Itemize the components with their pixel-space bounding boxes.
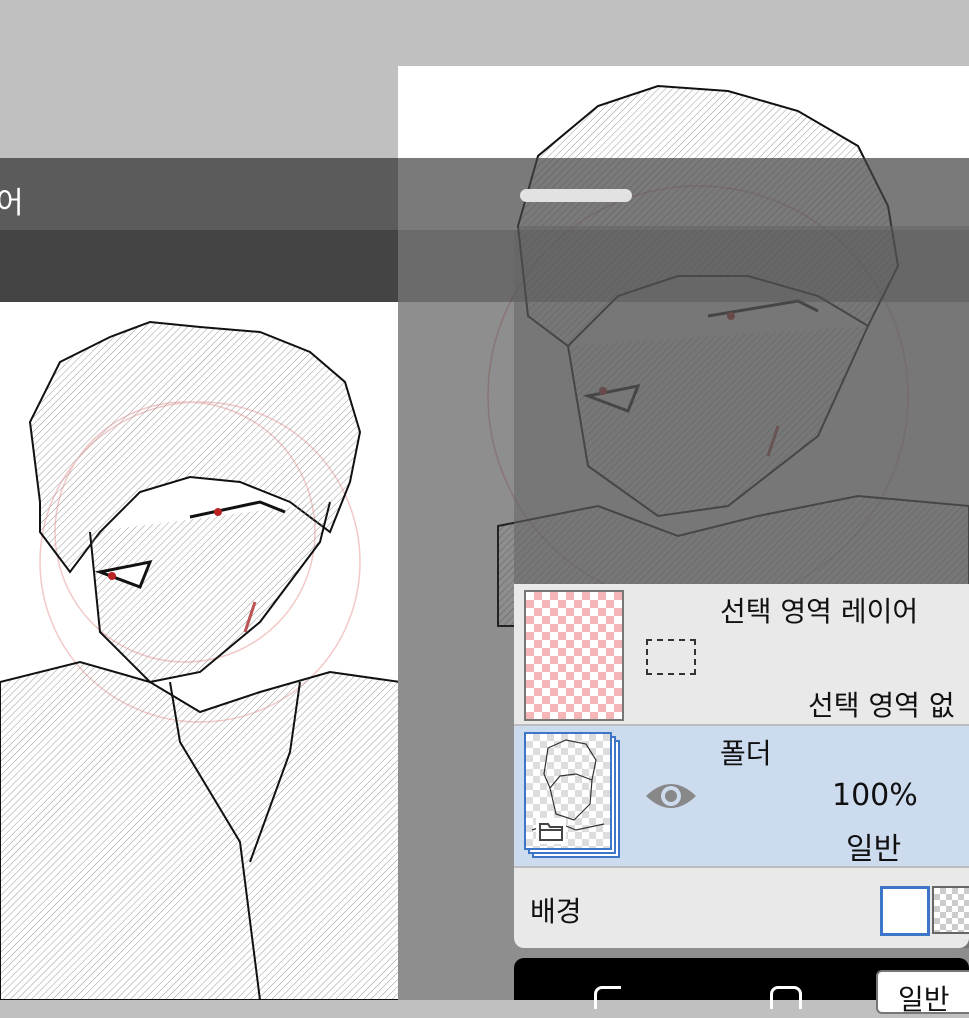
panel-drag-handle[interactable]	[520, 189, 632, 202]
folder-glyph	[539, 823, 563, 841]
home-icon[interactable]	[770, 986, 802, 1009]
layer-opacity[interactable]: 100%	[832, 778, 918, 813]
layer-status: 선택 영역 없	[808, 689, 955, 722]
selection-marquee-icon	[646, 639, 696, 675]
app-toolbar	[0, 230, 398, 302]
layer-row-selection[interactable]: 선택 영역 레이어 선택 영역 없	[514, 584, 969, 726]
blend-mode-label: 일반	[898, 983, 950, 1016]
background-white-swatch[interactable]	[880, 886, 930, 936]
layer-name: 선택 영역 레이어	[720, 595, 919, 628]
layer-thumbnail	[524, 732, 612, 850]
eye-icon[interactable]	[644, 774, 698, 818]
layer-thumbnail	[524, 590, 624, 721]
bottom-navigation-bar: 일반	[514, 958, 969, 1016]
layer-row-folder[interactable]: 폴더 100% 일반	[514, 726, 969, 868]
visibility-toggle	[646, 784, 696, 808]
layer-name: 폴더	[720, 737, 772, 770]
preview-overlay-header	[398, 158, 969, 230]
header-title: 어	[0, 186, 24, 221]
background-row: 배경	[514, 868, 969, 948]
background-label: 배경	[530, 895, 582, 928]
folder-icon	[536, 818, 566, 844]
blend-mode-selector[interactable]: 일반	[876, 970, 969, 1016]
back-icon[interactable]	[594, 986, 621, 1009]
background-transparent-swatch[interactable]	[932, 886, 969, 934]
app-header: 어	[0, 158, 398, 230]
layer-blend-mode[interactable]: 일반	[846, 824, 901, 868]
